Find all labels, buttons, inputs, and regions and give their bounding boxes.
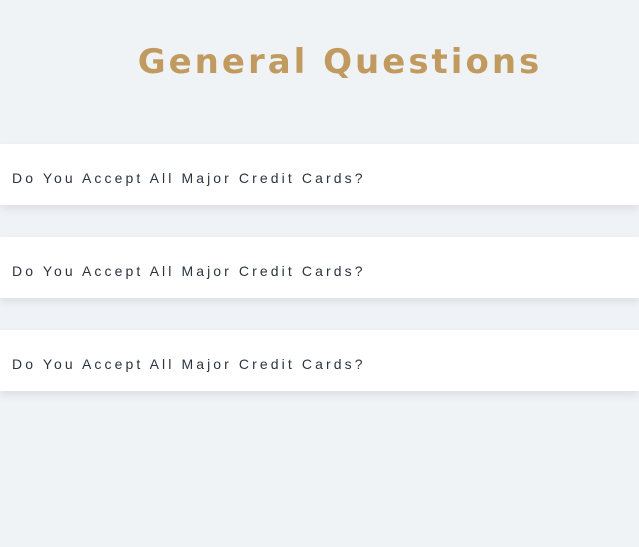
faq-item[interactable]: Do You Accept All Major Credit Cards? bbox=[0, 330, 639, 391]
faq-item[interactable]: Do You Accept All Major Credit Cards? bbox=[0, 237, 639, 298]
faq-item[interactable]: Do You Accept All Major Credit Cards? bbox=[0, 144, 639, 205]
faq-question: Do You Accept All Major Credit Cards? bbox=[12, 262, 366, 279]
faq-question: Do You Accept All Major Credit Cards? bbox=[12, 355, 366, 372]
faq-page: General Questions Do You Accept All Majo… bbox=[0, 0, 639, 547]
page-title: General Questions bbox=[137, 42, 543, 82]
faq-list: Do You Accept All Major Credit Cards? Do… bbox=[0, 144, 639, 423]
faq-question: Do You Accept All Major Credit Cards? bbox=[12, 169, 366, 186]
